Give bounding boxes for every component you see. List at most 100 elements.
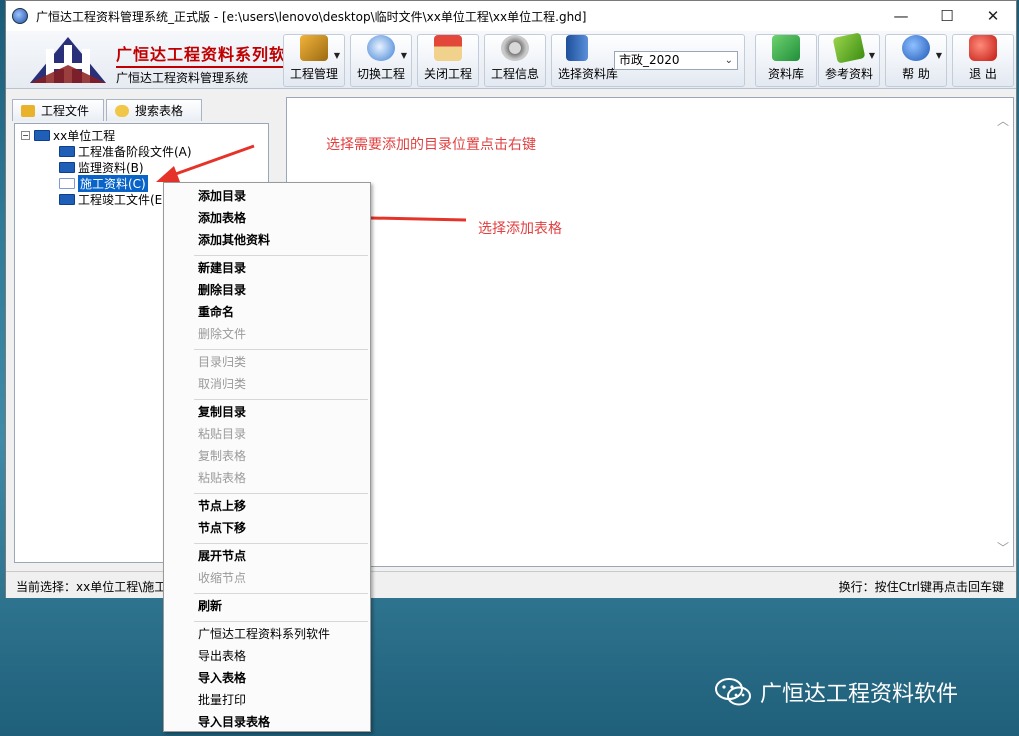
tools-icon (300, 35, 328, 61)
tab-search-forms-label: 搜索表格 (135, 104, 184, 118)
magnifier-icon (367, 35, 395, 61)
status-bar: 当前选择：xx单位工程\施工 换行：按住Ctrl键再点击回车键 (6, 571, 1016, 598)
menu-item-import-directory-form[interactable]: 导入目录表格 (198, 713, 270, 731)
exit-button[interactable]: 退 出 (952, 34, 1014, 87)
menu-item-delete-directory[interactable]: 删除目录 (198, 281, 246, 299)
folder-icon (59, 193, 75, 205)
menu-item-new-directory[interactable]: 新建目录 (198, 259, 246, 277)
tree-item[interactable]: 监理资料(B) (59, 159, 144, 175)
menu-separator (194, 493, 368, 494)
menu-item-uncategorize[interactable]: 取消归类 (198, 375, 246, 393)
menu-separator (194, 399, 368, 400)
title-bar: 广恒达工程资料管理系统_正式版 - [e:\users\lenovo\deskt… (6, 1, 1016, 31)
chevron-down-icon: ▼ (868, 51, 875, 60)
project-manage-button[interactable]: ▼ 工程管理 (283, 34, 345, 87)
menu-item-paste-form[interactable]: 粘贴表格 (198, 469, 246, 487)
tree-item[interactable]: 工程竣工文件(E (59, 191, 162, 207)
tree-item-label: 工程竣工文件(E (78, 192, 163, 207)
help-label: 帮 助 (902, 67, 930, 81)
menu-item-brand-software[interactable]: 广恒达工程资料系列软件 (198, 625, 330, 643)
help-button[interactable]: ▼ 帮 助 (885, 34, 947, 87)
menu-item-copy-directory[interactable]: 复制目录 (198, 403, 246, 421)
switch-project-label: 切换工程 (356, 67, 405, 81)
library-select[interactable]: 市政_2020 ⌄ (614, 51, 738, 70)
speech-bubble-icon (115, 104, 129, 117)
chevron-down-icon: ⌄ (724, 55, 733, 66)
close-button[interactable]: ✕ (970, 1, 1016, 31)
wechat-icon (715, 678, 751, 706)
menu-item-add-directory[interactable]: 添加目录 (198, 187, 246, 205)
book-icon (832, 32, 866, 64)
watermark: 广恒达工程资料软件 (714, 676, 958, 708)
library-button[interactable]: 资料库 (755, 34, 817, 87)
menu-separator (194, 593, 368, 594)
tree-root[interactable]: − xx单位工程 (21, 127, 115, 143)
folder-icon (34, 129, 50, 141)
watermark-text: 广恒达工程资料软件 (760, 682, 959, 707)
house-icon (434, 35, 462, 61)
menu-item-refresh[interactable]: 刷新 (198, 597, 222, 615)
tree-root-label: xx单位工程 (53, 128, 116, 143)
collapse-icon[interactable]: − (21, 130, 30, 140)
status-hint: 换行：按住Ctrl键再点击回车键 (838, 580, 1004, 594)
reference-button[interactable]: ▼ 参考资料 (818, 32, 880, 87)
menu-item-expand-node[interactable]: 展开节点 (198, 547, 246, 565)
menu-item-add-form[interactable]: 添加表格 (198, 209, 246, 227)
tab-project-files[interactable]: 工程文件 (12, 99, 104, 121)
tab-search-forms[interactable]: 搜索表格 (106, 99, 202, 121)
gear-icon (501, 35, 529, 61)
maximize-button[interactable]: ☐ (924, 1, 970, 31)
menu-separator (194, 621, 368, 622)
close-project-button[interactable]: 关闭工程 (417, 34, 479, 87)
app-icon (12, 8, 28, 24)
minimize-button[interactable]: — (878, 1, 924, 31)
chevron-down-icon: ▼ (333, 51, 340, 60)
close-project-label: 关闭工程 (423, 67, 472, 81)
menu-separator (194, 255, 368, 256)
brand-subtitle: 广恒达工程资料管理系统 (116, 71, 249, 85)
tree-item-selected[interactable]: 施工资料(C) (59, 174, 148, 192)
menu-item-rename[interactable]: 重命名 (198, 303, 234, 321)
app-window: 广恒达工程资料管理系统_正式版 - [e:\users\lenovo\deskt… (5, 0, 1017, 598)
tree-item-label: 监理资料(B) (78, 160, 144, 175)
folder-icon (21, 104, 35, 117)
project-manage-label: 工程管理 (289, 67, 338, 81)
scroll-up-icon[interactable]: ︿ (997, 112, 1009, 129)
menu-separator (194, 543, 368, 544)
select-library-label: 选择资料库 (558, 67, 619, 81)
window-controls: — ☐ ✕ (878, 1, 1016, 31)
project-info-label: 工程信息 (490, 67, 539, 81)
status-current-selection: 当前选择：xx单位工程\施工 (16, 580, 167, 594)
window-title: 广恒达工程资料管理系统_正式版 - [e:\users\lenovo\deskt… (36, 9, 587, 24)
folder-arrow-icon (772, 35, 800, 61)
power-icon (969, 35, 997, 61)
library-select-value: 市政_2020 (619, 53, 680, 67)
tree-item-label: 施工资料(C) (78, 174, 148, 192)
menu-item-delete-file[interactable]: 删除文件 (198, 325, 246, 343)
content-pane[interactable]: ︿ ﹀ (286, 97, 1014, 567)
annotation-note-add-form: 选择添加表格 (478, 221, 562, 237)
menu-item-copy-form[interactable]: 复制表格 (198, 447, 246, 465)
menu-item-paste-directory[interactable]: 粘贴目录 (198, 425, 246, 443)
menu-separator (194, 349, 368, 350)
menu-item-export-form[interactable]: 导出表格 (198, 647, 246, 665)
annotation-note-right-click: 选择需要添加的目录位置点击右键 (326, 137, 536, 153)
menu-item-import-form[interactable]: 导入表格 (198, 669, 246, 687)
menu-item-collapse-node[interactable]: 收缩节点 (198, 569, 246, 587)
folder-icon (59, 161, 75, 173)
chevron-down-icon: ▼ (935, 51, 942, 60)
switch-project-button[interactable]: ▼ 切换工程 (350, 34, 412, 87)
menu-item-move-down[interactable]: 节点下移 (198, 519, 246, 537)
menu-item-add-other[interactable]: 添加其他资料 (198, 231, 270, 249)
context-menu: 添加目录 添加表格 添加其他资料 新建目录 删除目录 重命名 删除文件 目录归类… (163, 182, 371, 732)
brand-title: 广恒达工程资料系列软件 (116, 41, 304, 68)
menu-item-categorize[interactable]: 目录归类 (198, 353, 246, 371)
help-icon (902, 35, 930, 61)
chevron-down-icon: ▼ (400, 51, 407, 60)
project-info-button[interactable]: 工程信息 (484, 34, 546, 87)
open-folder-icon (59, 177, 75, 189)
menu-item-move-up[interactable]: 节点上移 (198, 497, 246, 515)
toolbar: 广恒达工程资料系列软件 广恒达工程资料管理系统 ▼ 工程管理 ▼ 切换工程 关闭… (6, 31, 1016, 89)
menu-item-batch-print[interactable]: 批量打印 (198, 691, 246, 709)
scroll-down-icon[interactable]: ﹀ (997, 539, 1009, 556)
